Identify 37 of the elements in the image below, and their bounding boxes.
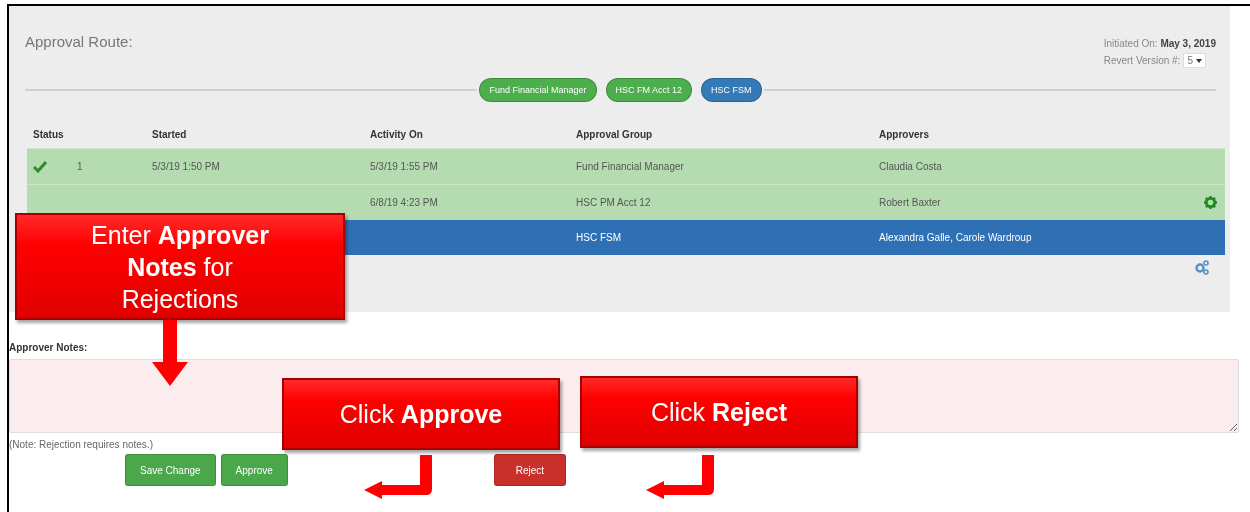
- bent-arrow-icon: [644, 455, 716, 499]
- table-cell: Robert Baxter: [879, 197, 941, 208]
- column-header: Started: [146, 121, 364, 149]
- notes-label: Approver Notes:: [9, 342, 89, 353]
- table-cell: HSC FSM: [576, 232, 621, 243]
- initiated-date: Initiated On: May 3, 2019: [1103, 38, 1216, 49]
- table-row[interactable]: 6/8/19 4:23 PM HSC PM Acct 12 Robert Baxter: [27, 184, 1225, 220]
- gears-icon[interactable]: [1194, 259, 1210, 275]
- callout-text: Click Reject: [650, 397, 788, 428]
- gear-icon[interactable]: [1204, 196, 1217, 209]
- action-button[interactable]: Approve: [220, 454, 288, 486]
- action-button[interactable]: Save Change: [125, 454, 216, 486]
- column-header: Activity On: [364, 121, 570, 149]
- panel-title: Approval Route:: [25, 33, 133, 52]
- table-cell: 5/3/19 1:55 PM: [370, 161, 438, 172]
- table-cell: 6/8/19 4:23 PM: [370, 197, 438, 208]
- version-select[interactable]: 5: [1183, 53, 1206, 68]
- callout-text: Enter Approver Notes for Rejections: [90, 219, 270, 315]
- table-cell: HSC PM Acct 12: [576, 197, 651, 208]
- table-cell: Claudia Costa: [879, 161, 942, 172]
- row-number: 1: [77, 161, 83, 172]
- table-cell: Fund Financial Manager: [576, 161, 684, 172]
- route-step: HSC FSM: [701, 78, 762, 102]
- column-header: Approvers: [873, 121, 1225, 149]
- column-header: Approval Group: [570, 121, 873, 149]
- column-header: Status: [27, 121, 146, 149]
- route-step: Fund Financial Manager: [479, 78, 597, 102]
- route-step: HSC FM Acct 12: [605, 78, 693, 102]
- table-cell: Alexandra Galle, Carole Wardroup: [879, 232, 1032, 243]
- reject-button[interactable]: Reject: [493, 454, 566, 486]
- revert-label: Revert Version #:: [1103, 55, 1181, 66]
- down-arrow-icon: [150, 320, 190, 386]
- table-row[interactable]: 1 5/3/19 1:50 PM 5/3/19 1:55 PM Fund Financial Manager Claudia Costa: [27, 148, 1225, 185]
- bent-arrow-icon: [362, 455, 434, 499]
- callout-text: Click Approve: [339, 399, 503, 430]
- note-text: (Note: Rejection requires notes.): [9, 439, 154, 450]
- table-cell: 5/3/19 1:50 PM: [152, 161, 220, 172]
